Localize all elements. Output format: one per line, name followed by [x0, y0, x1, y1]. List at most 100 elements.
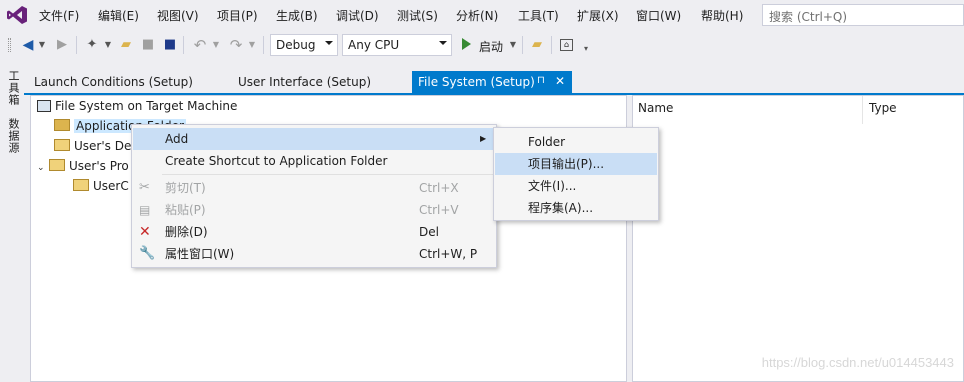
column-divider[interactable] [862, 96, 863, 124]
toolbar-separator [551, 36, 552, 54]
menu-extensions[interactable]: 扩展(X) [577, 7, 619, 24]
toolbar-separator [263, 36, 264, 54]
submenu-arrow-icon: ▶ [480, 134, 487, 143]
menu-item-label: Add [165, 132, 189, 146]
tab-file-system-label: File System (Setup) [418, 75, 535, 89]
context-menu: Add ▶ Create Shortcut to Application Fol… [131, 124, 497, 268]
tree-item-label: User's De [74, 139, 132, 153]
open-folder-icon[interactable]: ▰ [118, 37, 134, 53]
menu-item-label: 文件(I)... [528, 179, 577, 193]
tree-item-users-programs[interactable]: ⌄ User's Pro [37, 159, 129, 177]
redo-dropdown-icon[interactable]: ▼ [244, 37, 260, 53]
submenu-item-file[interactable]: 文件(I)... [495, 175, 657, 197]
menu-item-label: 剪切(T) [165, 181, 206, 195]
new-project-icon[interactable]: ✦ [84, 37, 100, 53]
back-dropdown-icon[interactable]: ▼ [34, 37, 50, 53]
folder-icon [73, 179, 89, 191]
clipboard-icon: ▤ [139, 203, 151, 217]
menu-item-label: 粘贴(P) [165, 203, 206, 217]
menu-build[interactable]: 生成(B) [276, 7, 318, 24]
toolbar-grip[interactable] [8, 38, 11, 52]
delete-x-icon: ✕ [139, 224, 151, 240]
side-tool-strip [0, 60, 24, 382]
toolbar-separator [183, 36, 184, 54]
menu-analyze[interactable]: 分析(N) [456, 7, 498, 24]
start-play-icon[interactable] [462, 38, 471, 50]
search-input[interactable]: 搜索 (Ctrl+Q) [762, 4, 964, 26]
tree-root-label: File System on Target Machine [55, 99, 238, 113]
menu-item-shortcut: Ctrl+W, P [419, 247, 478, 261]
menu-tools[interactable]: 工具(T) [518, 7, 559, 24]
menu-item-paste[interactable]: ▤ 粘贴(P) Ctrl+V [133, 199, 495, 221]
chevron-down-icon [325, 41, 333, 45]
tree-item-label: User's Pro [69, 159, 129, 173]
tab-file-system[interactable]: File System (Setup) ⊓ ✕ [412, 71, 572, 93]
menu-test[interactable]: 测试(S) [397, 7, 438, 24]
menu-item-label: Folder [528, 135, 566, 149]
menu-item-delete[interactable]: ✕ 删除(D) Del [133, 221, 495, 243]
menu-item-properties[interactable]: 🔧 属性窗口(W) Ctrl+W, P [133, 243, 495, 265]
visual-studio-logo-icon [7, 6, 27, 24]
solution-platform-value: Any CPU [348, 38, 400, 52]
menu-view[interactable]: 视图(V) [157, 7, 199, 24]
menu-item-shortcut: Del [419, 225, 439, 239]
menu-item-label: Create Shortcut to Application Folder [165, 154, 388, 168]
column-header-name[interactable]: Name [638, 101, 673, 115]
menu-item-add[interactable]: Add ▶ [133, 128, 495, 150]
tab-user-interface[interactable]: User Interface (Setup) [232, 71, 377, 93]
toolbar-options-icon[interactable]: ▾ [578, 41, 594, 57]
menu-window[interactable]: 窗口(W) [636, 7, 681, 24]
tree-item-users-desktop[interactable]: User's De [54, 139, 131, 157]
chevron-down-icon [439, 41, 447, 45]
find-in-files-icon[interactable]: ▰ [529, 37, 545, 53]
tree-root[interactable]: File System on Target Machine [37, 99, 237, 117]
menu-help[interactable]: 帮助(H) [701, 7, 743, 24]
pin-icon[interactable]: ⊓ [537, 75, 545, 86]
home-window-icon[interactable]: ⌂ [560, 39, 573, 51]
menu-item-label: 项目输出(P)... [528, 157, 605, 171]
start-button[interactable]: 启动 [479, 38, 503, 55]
save-icon[interactable]: ■ [140, 37, 156, 53]
chevron-down-icon[interactable]: ⌄ [37, 163, 49, 173]
new-project-dropdown-icon[interactable]: ▼ [100, 37, 116, 53]
column-header-type[interactable]: Type [869, 101, 897, 115]
scissors-icon: ✂ [139, 180, 150, 195]
forward-icon[interactable]: ▶ [54, 37, 70, 53]
datasources-tab[interactable]: 数据源 [5, 118, 21, 154]
menu-item-cut[interactable]: ✂ 剪切(T) Ctrl+X [133, 177, 495, 199]
folder-open-icon [54, 119, 70, 131]
submenu-item-assembly[interactable]: 程序集(A)... [495, 197, 657, 219]
menu-item-label: 删除(D) [165, 225, 208, 239]
menu-project[interactable]: 项目(P) [217, 7, 258, 24]
undo-dropdown-icon[interactable]: ▼ [208, 37, 224, 53]
undo-icon[interactable]: ↶ [192, 37, 208, 53]
toolbox-tab[interactable]: 工具箱 [5, 70, 21, 106]
submenu-item-project-output[interactable]: 项目输出(P)... [495, 153, 657, 175]
tree-item-userc[interactable]: UserC [73, 179, 129, 197]
menu-edit[interactable]: 编辑(E) [98, 7, 139, 24]
menu-item-create-shortcut[interactable]: Create Shortcut to Application Folder [133, 150, 495, 172]
tree-item-label: UserC [93, 179, 129, 193]
close-icon[interactable]: ✕ [555, 74, 565, 88]
menu-debug[interactable]: 调试(D) [336, 7, 379, 24]
save-all-icon[interactable]: ■ [162, 37, 178, 53]
solution-config-select[interactable]: Debug [270, 34, 338, 56]
menu-item-shortcut: Ctrl+V [419, 203, 459, 217]
folder-icon [54, 139, 70, 151]
toolbar-separator [76, 36, 77, 54]
computer-icon [37, 100, 51, 112]
solution-platform-select[interactable]: Any CPU [342, 34, 452, 56]
submenu-item-folder[interactable]: Folder [495, 131, 657, 153]
tab-launch-conditions[interactable]: Launch Conditions (Setup) [28, 71, 199, 93]
start-dropdown-icon[interactable]: ▼ [505, 37, 521, 53]
file-list-pane [632, 95, 964, 382]
menu-file[interactable]: 文件(F) [39, 7, 79, 24]
watermark-text: https://blog.csdn.net/u014453443 [761, 355, 954, 370]
wrench-icon: 🔧 [139, 246, 156, 261]
menu-item-label: 属性窗口(W) [165, 247, 235, 261]
folder-icon [49, 159, 65, 171]
menu-item-shortcut: Ctrl+X [419, 181, 459, 195]
redo-icon[interactable]: ↷ [228, 37, 244, 53]
menu-separator [162, 174, 494, 175]
add-submenu: Folder 项目输出(P)... 文件(I)... 程序集(A)... [493, 127, 659, 221]
